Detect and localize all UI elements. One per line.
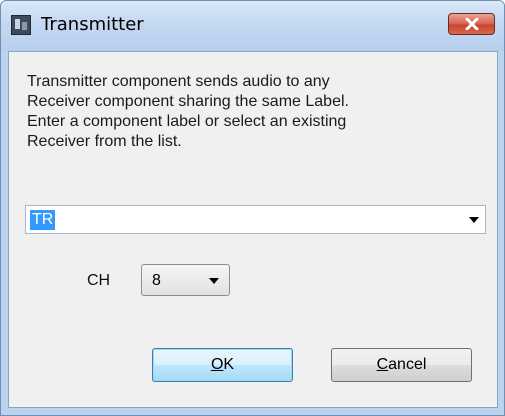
description-line: Receiver component sharing the same Labe… — [27, 93, 349, 110]
description-text: Transmitter component sends audio to any… — [27, 72, 487, 152]
description-line: Receiver from the list. — [27, 133, 182, 150]
channel-value: 8 — [152, 272, 161, 289]
ok-mnemonic: O — [210, 356, 224, 373]
channel-label: CH — [87, 272, 111, 289]
label-combobox[interactable]: TR — [25, 205, 486, 234]
close-icon — [465, 18, 478, 30]
window-title: Transmitter — [41, 14, 144, 35]
close-button[interactable] — [448, 13, 495, 35]
chevron-down-icon[interactable] — [209, 278, 219, 284]
cancel-label: ancel — [388, 356, 427, 373]
description-line: Transmitter component sends audio to any — [27, 73, 330, 90]
ok-label: K — [223, 356, 235, 373]
description-line: Enter a component label or select an exi… — [27, 113, 347, 130]
channel-select[interactable]: 8 — [141, 264, 230, 296]
title-bar[interactable]: Transmitter — [1, 1, 504, 51]
ok-button[interactable]: OK — [152, 348, 293, 382]
dialog-content: Transmitter component sends audio to any… — [8, 51, 498, 408]
chevron-down-icon[interactable] — [469, 217, 479, 223]
dialog-window: Transmitter Transmitter component sends … — [0, 0, 505, 416]
cancel-button[interactable]: Cancel — [331, 348, 472, 382]
label-input[interactable]: TR — [30, 210, 56, 230]
cancel-mnemonic: C — [376, 356, 389, 373]
app-icon — [11, 15, 31, 35]
